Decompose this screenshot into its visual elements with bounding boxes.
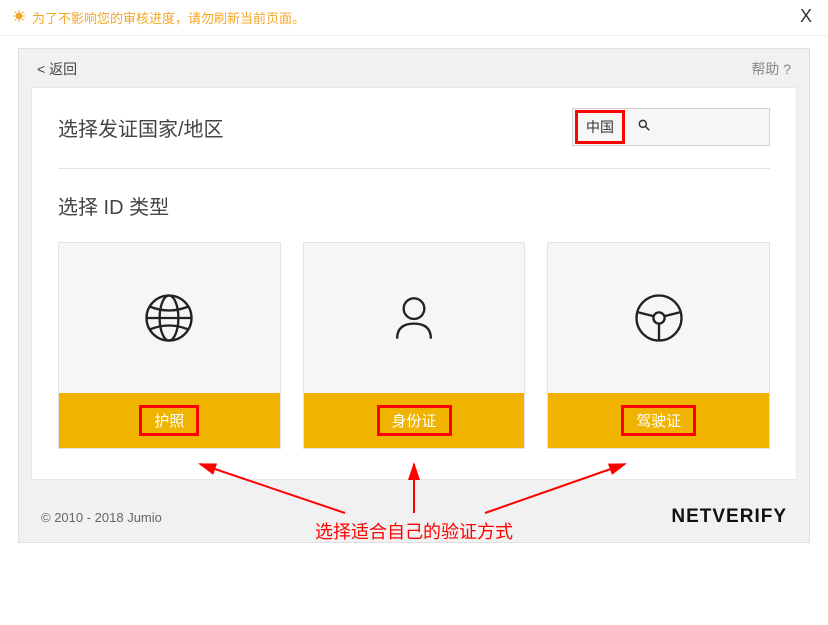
main-panel: < 返回 帮助 ? 选择发证国家/地区 中国 选择 ID 类型 — [18, 48, 810, 543]
country-row: 选择发证国家/地区 中国 — [58, 108, 770, 169]
back-button[interactable]: < 返回 — [37, 59, 77, 79]
option-label: 护照 — [59, 393, 280, 448]
brand-logo: NETVERIFY — [671, 506, 787, 528]
person-icon — [304, 243, 525, 393]
option-passport[interactable]: 护照 — [58, 242, 281, 449]
option-label-text: 护照 — [139, 405, 199, 436]
option-label: 身份证 — [304, 393, 525, 448]
content-card: 选择发证国家/地区 中国 选择 ID 类型 — [31, 87, 797, 480]
close-icon[interactable]: X — [800, 6, 812, 27]
search-icon[interactable] — [627, 118, 661, 137]
help-button[interactable]: 帮助 ? — [751, 59, 791, 79]
idtype-title: 选择 ID 类型 — [58, 191, 770, 220]
option-driverlicense[interactable]: 驾驶证 — [547, 242, 770, 449]
globe-icon — [59, 243, 280, 393]
banner-message: 为了不影响您的审核进度，请勿刷新当前页面。 — [32, 8, 305, 27]
header-row: < 返回 帮助 ? — [19, 49, 809, 87]
country-select[interactable]: 中国 — [572, 108, 770, 146]
footer: © 2010 - 2018 Jumio NETVERIFY — [19, 492, 809, 542]
copyright: © 2010 - 2018 Jumio — [41, 510, 162, 525]
option-label-text: 驾驶证 — [621, 405, 696, 436]
country-title: 选择发证国家/地区 — [58, 113, 224, 142]
idtype-options: 护照 身份证 — [58, 242, 770, 449]
steering-wheel-icon — [548, 243, 769, 393]
country-value: 中国 — [575, 110, 625, 144]
warning-banner: 为了不影响您的审核进度，请勿刷新当前页面。 X — [0, 0, 828, 36]
option-idcard[interactable]: 身份证 — [303, 242, 526, 449]
option-label: 驾驶证 — [548, 393, 769, 448]
option-label-text: 身份证 — [377, 405, 452, 436]
bulb-icon — [12, 9, 26, 26]
